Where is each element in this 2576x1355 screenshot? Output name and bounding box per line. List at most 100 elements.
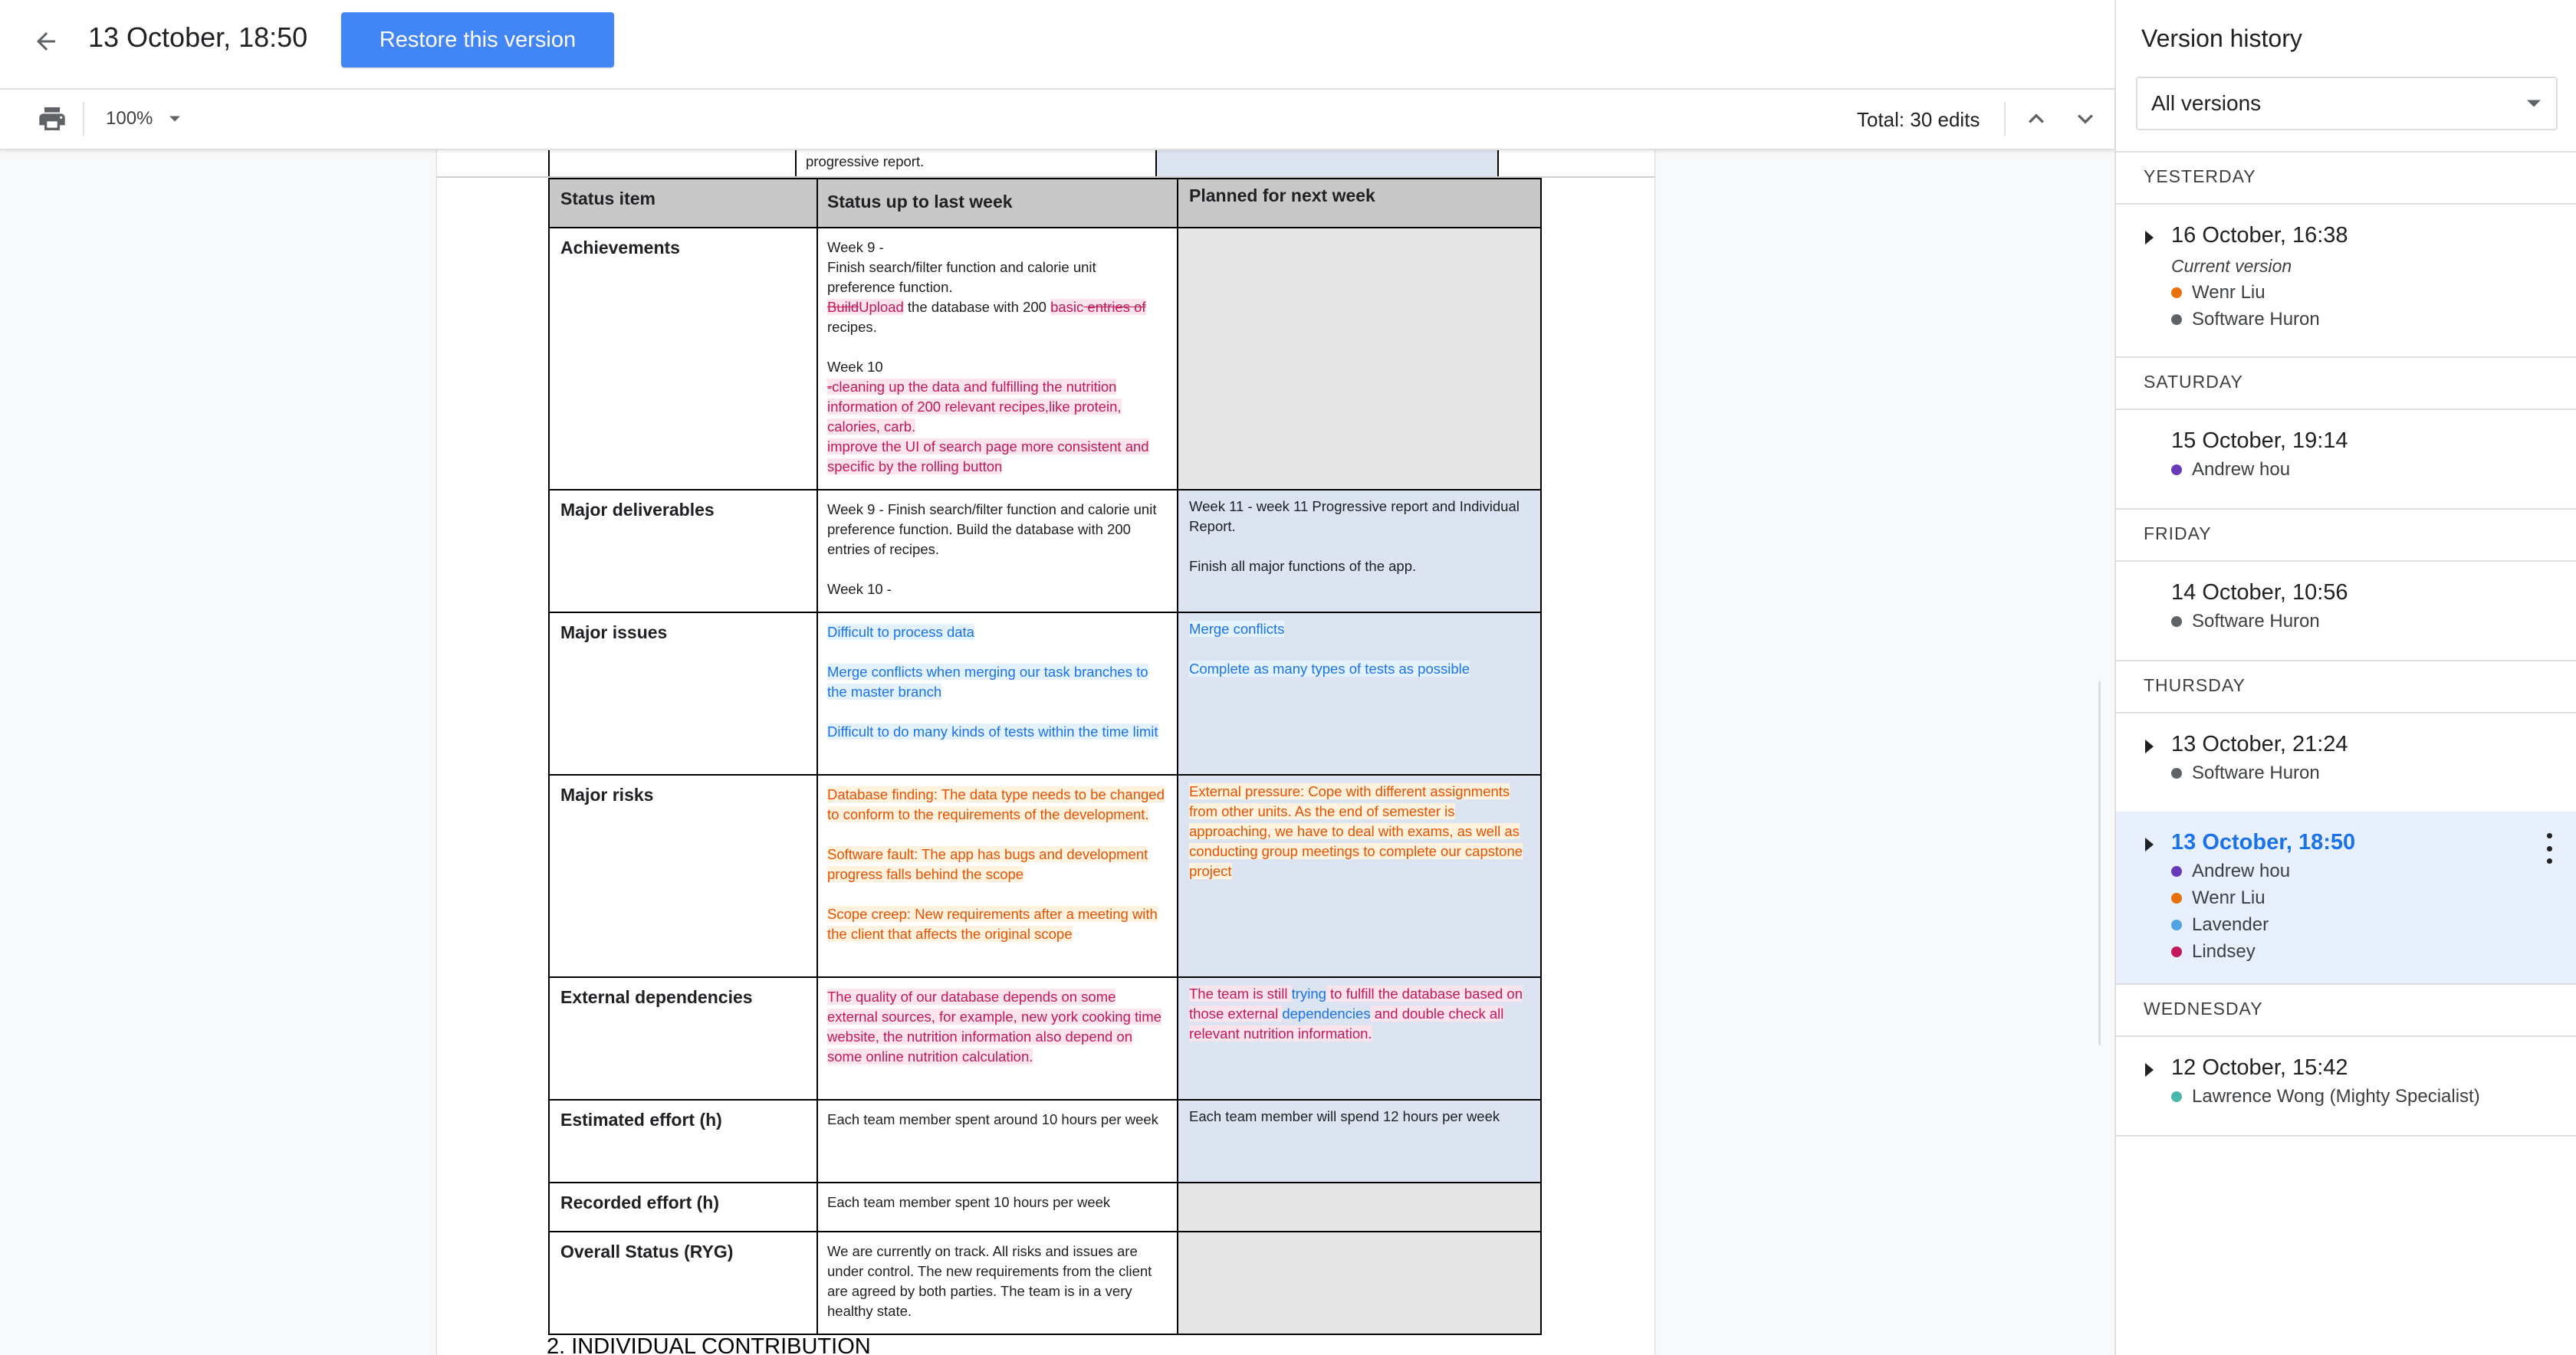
- scrollbar-thumb[interactable]: [2098, 679, 2101, 1047]
- cell-text: Week 9 -: [827, 239, 884, 255]
- author-color-dot: [2171, 768, 2182, 779]
- author-color-dot: [2171, 920, 2182, 930]
- toolbar-divider: [2004, 102, 2006, 136]
- expand-caret-icon[interactable]: [2145, 838, 2154, 851]
- deliverables-last-week: Week 9 - Finish search/filter function a…: [816, 489, 1178, 613]
- deliverables-next-week: Week 11 - week 11 Progressive report and…: [1177, 489, 1542, 613]
- author-color-dot: [2171, 616, 2182, 627]
- column-header: Status item: [548, 178, 818, 228]
- author-color-dot: [2171, 866, 2182, 877]
- day-header: SATURDAY: [2116, 358, 2576, 410]
- author: Andrew hou: [2171, 459, 2576, 481]
- author: Lawrence Wong (Mighty Specialist): [2171, 1086, 2576, 1107]
- status-table: Status item Status up to last week Plann…: [548, 178, 1542, 1335]
- cell-text: Week 10: [827, 359, 883, 375]
- restore-version-button[interactable]: Restore this version: [341, 12, 614, 67]
- dependencies-last-week: The quality of our database depends on s…: [816, 976, 1178, 1101]
- inserted-text: basic: [1050, 299, 1084, 315]
- previous-edit-chevron-up-icon[interactable]: [2021, 103, 2052, 134]
- table-header-row: Status item Status up to last week Plann…: [548, 178, 1542, 228]
- prev-row-text: progressive report.: [806, 153, 925, 169]
- cell-text: Finish all major functions of the app.: [1189, 558, 1417, 574]
- inserted-text: Complete as many types of tests as possi…: [1189, 661, 1470, 677]
- cell-text: Week 10 -: [827, 581, 892, 597]
- chevron-down-icon: [169, 116, 181, 122]
- overall-last-week: We are currently on track. All risks and…: [816, 1231, 1178, 1335]
- table-row: Major issues Difficult to process data M…: [548, 612, 1542, 776]
- inserted-text: cleaning up the data and fulfilling the …: [827, 379, 1122, 435]
- risks-next-week: External pressure: Cope with different a…: [1177, 774, 1542, 978]
- row-label: Major risks: [548, 774, 818, 978]
- estimated-next-week: Each team member will spend 12 hours per…: [1177, 1099, 1542, 1183]
- cell-text: Finish search/filter function and calori…: [827, 259, 1096, 295]
- next-edit-chevron-down-icon[interactable]: [2070, 103, 2101, 134]
- column-header: Status up to last week: [816, 178, 1178, 228]
- version-item[interactable]: 15 October, 19:14 Andrew hou: [2116, 410, 2576, 510]
- inserted-text: trying: [1291, 986, 1326, 1002]
- print-icon[interactable]: [37, 103, 71, 134]
- table-row: Overall Status (RYG) We are currently on…: [548, 1231, 1542, 1335]
- cell-text: Week 11 - week 11 Progressive report and…: [1189, 498, 1520, 534]
- risks-last-week: Database finding: The data type needs to…: [816, 774, 1178, 978]
- version-time: 13 October, 21:24: [2171, 732, 2348, 756]
- version-item-selected[interactable]: 13 October, 18:50 Andrew hou Wenr Liu La…: [2116, 812, 2576, 985]
- version-title: 13 October, 18:50: [88, 21, 308, 53]
- author: Wenr Liu: [2171, 887, 2576, 909]
- inserted-text: External pressure: Cope with different a…: [1189, 783, 1523, 879]
- author: Software Huron: [2171, 611, 2576, 632]
- author: Andrew hou: [2171, 861, 2576, 882]
- day-header: WEDNESDAY: [2116, 985, 2576, 1037]
- document-viewport[interactable]: progressive report. Status item Status u…: [0, 149, 2101, 1355]
- inserted-text: Upload: [859, 299, 904, 315]
- expand-caret-icon[interactable]: [2145, 1063, 2154, 1077]
- version-item[interactable]: 13 October, 21:24 Software Huron: [2116, 714, 2576, 812]
- version-time: 16 October, 16:38: [2171, 223, 2348, 248]
- deleted-text: entries of: [1083, 299, 1146, 315]
- author: Wenr Liu: [2171, 282, 2576, 303]
- version-history-panel: Version history All versions YESTERDAY 1…: [2114, 0, 2576, 1355]
- version-item[interactable]: 12 October, 15:42 Lawrence Wong (Mighty …: [2116, 1037, 2576, 1137]
- inserted-text: Difficult to do many kinds of tests with…: [827, 723, 1158, 740]
- author-name: Lawrence Wong (Mighty Specialist): [2192, 1086, 2480, 1107]
- row-label: External dependencies: [548, 976, 818, 1101]
- top-bar: 13 October, 18:50 Restore this version: [0, 0, 2114, 90]
- table-row: Recorded effort (h) Each team member spe…: [548, 1182, 1542, 1232]
- author: Software Huron: [2171, 763, 2576, 784]
- version-filter-select[interactable]: All versions: [2136, 77, 2558, 130]
- back-arrow-icon[interactable]: [23, 18, 69, 64]
- version-time: 15 October, 19:14: [2171, 428, 2348, 453]
- issues-last-week: Difficult to process data Merge conflict…: [816, 612, 1178, 776]
- overall-next-week: [1177, 1231, 1542, 1335]
- recorded-last-week: Each team member spent 10 hours per week: [816, 1182, 1178, 1232]
- row-label: Estimated effort (h): [548, 1099, 818, 1183]
- expand-caret-icon[interactable]: [2145, 231, 2154, 244]
- table-row: Achievements Week 9 - Finish search/filt…: [548, 227, 1542, 490]
- more-options-icon[interactable]: [2544, 833, 2555, 864]
- toolbar-divider: [83, 102, 84, 136]
- version-list: YESTERDAY 16 October, 16:38 Current vers…: [2116, 153, 2576, 1137]
- author-name: Lindsey: [2192, 941, 2256, 962]
- version-item[interactable]: 14 October, 10:56 Software Huron: [2116, 562, 2576, 661]
- expand-caret-icon[interactable]: [2145, 740, 2154, 753]
- estimated-last-week: Each team member spent around 10 hours p…: [816, 1099, 1178, 1183]
- version-time: 14 October, 10:56: [2171, 580, 2348, 605]
- author-color-dot: [2171, 947, 2182, 957]
- author: Software Huron: [2171, 309, 2576, 330]
- day-header: YESTERDAY: [2116, 153, 2576, 205]
- recorded-next-week: [1177, 1182, 1542, 1232]
- toolbar: 100% Total: 30 edits: [0, 90, 2114, 150]
- day-header: FRIDAY: [2116, 510, 2576, 562]
- inserted-text: Software fault: The app has bugs and dev…: [827, 846, 1148, 882]
- table-row: Major risks Database finding: The data t…: [548, 774, 1542, 978]
- panel-title: Version history: [2141, 25, 2302, 52]
- author: Lindsey: [2171, 941, 2576, 963]
- version-item[interactable]: 16 October, 16:38 Current version Wenr L…: [2116, 205, 2576, 358]
- author-name: Andrew hou: [2192, 459, 2291, 480]
- section-heading: 2. INDIVIDUAL CONTRIBUTION: [547, 1334, 871, 1355]
- filter-value: All versions: [2151, 91, 2262, 115]
- row-label: Recorded effort (h): [548, 1182, 818, 1232]
- cell-text: the database with 200: [903, 299, 1051, 315]
- zoom-select[interactable]: 100%: [106, 108, 181, 130]
- author-name: Andrew hou: [2192, 861, 2291, 881]
- inserted-text: Difficult to process data: [827, 624, 974, 640]
